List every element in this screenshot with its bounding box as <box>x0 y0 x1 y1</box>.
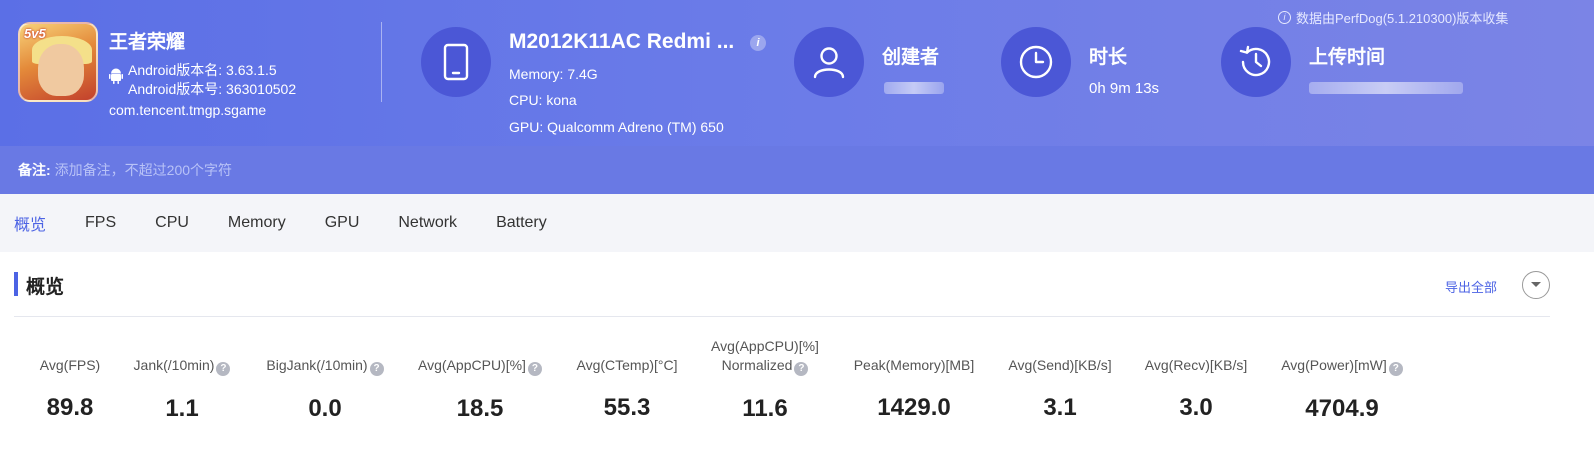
creator-label: 创建者 <box>882 47 940 68</box>
metric-avg-send: Avg(Send)[KB/s] 3.1 <box>1008 357 1112 421</box>
history-icon <box>1239 45 1271 77</box>
metric-peak-memory: Peak(Memory)[MB] 1429.0 <box>853 357 975 421</box>
device-gpu: GPU: Qualcomm Adreno (TM) 650 <box>509 119 724 135</box>
metric-jank: Jank(/10min)? 1.1 <box>124 356 240 423</box>
section-title: 概览 <box>26 277 65 298</box>
chevron-down-icon <box>1531 282 1541 287</box>
metric-avg-ctemp: Avg(CTemp)[°C] 55.3 <box>576 357 678 421</box>
phone-icon-circle <box>421 27 491 97</box>
export-all-link[interactable]: 导出全部 <box>1445 277 1497 296</box>
note-bar: 备注: 添加备注，不超过200个字符 <box>0 146 1594 194</box>
user-icon <box>813 47 845 79</box>
clock-icon <box>1019 45 1053 79</box>
info-circle-icon: i <box>1278 11 1291 24</box>
duration-label: 时长 <box>1089 47 1128 68</box>
header-divider <box>381 22 382 102</box>
app-version-code: Android版本号: 363010502 <box>128 81 297 97</box>
duration-value: 0h 9m 13s <box>1089 80 1160 97</box>
tab-fps[interactable]: FPS <box>85 214 116 232</box>
device-info-icon[interactable]: i <box>750 35 766 51</box>
device-title: M2012K11AC Redmi ... <box>509 30 735 53</box>
note-input[interactable]: 添加备注，不超过200个字符 <box>55 160 232 180</box>
tab-network[interactable]: Network <box>398 214 457 232</box>
android-icon <box>109 68 123 84</box>
tab-overview[interactable]: 概览 <box>14 211 46 235</box>
app-version-name: Android版本名: 3.63.1.5 <box>128 62 277 78</box>
metric-avg-appcpu: Avg(AppCPU)[%]? 18.5 <box>410 356 550 423</box>
app-icon-badge: 5v5 <box>24 26 46 41</box>
upload-time-label: 上传时间 <box>1309 47 1386 68</box>
app-icon: 5v5 <box>18 22 98 102</box>
metric-bigjank: BigJank(/10min)? 0.0 <box>257 356 393 423</box>
tab-bar: 概览 FPS CPU Memory GPU Network Battery <box>0 194 1594 252</box>
tab-battery[interactable]: Battery <box>496 214 547 232</box>
clock-icon-circle <box>1001 27 1071 97</box>
note-label: 备注: <box>18 162 51 178</box>
help-icon[interactable]: ? <box>794 362 809 376</box>
phone-icon <box>443 43 469 81</box>
section-divider <box>14 316 1550 317</box>
help-icon[interactable]: ? <box>369 362 384 376</box>
app-name: 王者荣耀 <box>109 32 186 53</box>
section-accent-bar <box>14 272 18 296</box>
history-icon-circle <box>1221 27 1291 97</box>
metric-avg-recv: Avg(Recv)[KB/s] 3.0 <box>1144 357 1248 421</box>
creator-value-redacted <box>884 82 944 94</box>
metric-avg-power: Avg(Power)[mW]? 4704.9 <box>1272 356 1412 423</box>
upload-time-value-redacted <box>1309 82 1463 94</box>
collapse-button[interactable] <box>1522 271 1550 299</box>
data-source-note: i 数据由PerfDog(5.1.210300)版本收集 <box>1278 8 1508 27</box>
report-header: 5v5 王者荣耀 Android版本名: 3.63.1.5 Android版本号… <box>0 0 1594 146</box>
metric-avg-fps: Avg(FPS) 89.8 <box>39 357 101 421</box>
metric-avg-appcpu-normalized: Avg(AppCPU)[%] Normalized? 11.6 <box>711 338 819 422</box>
tab-gpu[interactable]: GPU <box>325 214 360 232</box>
help-icon[interactable]: ? <box>1388 362 1403 376</box>
tab-cpu[interactable]: CPU <box>155 214 189 232</box>
app-package: com.tencent.tmgp.sgame <box>109 102 267 118</box>
user-icon-circle <box>794 27 864 97</box>
help-icon[interactable]: ? <box>216 362 231 376</box>
help-icon[interactable]: ? <box>527 362 542 376</box>
device-cpu: CPU: kona <box>509 92 577 108</box>
tab-memory[interactable]: Memory <box>228 214 286 232</box>
device-memory: Memory: 7.4G <box>509 66 598 82</box>
